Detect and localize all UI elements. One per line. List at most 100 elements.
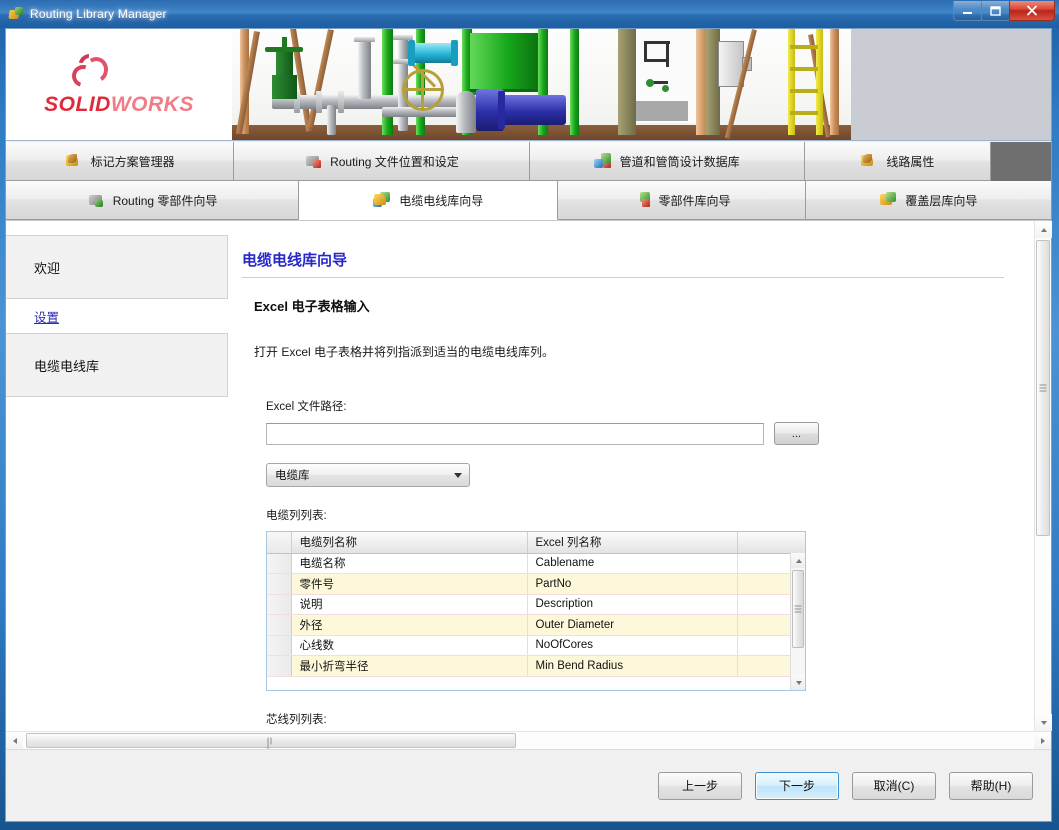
cell-excel-column-name[interactable]: Outer Diameter: [527, 614, 738, 636]
close-button[interactable]: [1009, 1, 1055, 21]
library-type-value: 电缆库: [275, 470, 310, 482]
cell-excel-column-name[interactable]: Description: [527, 594, 738, 615]
tab-label: Routing 零部件向导: [112, 193, 218, 208]
back-button[interactable]: 上一步: [658, 771, 742, 800]
cell-cable-column-name[interactable]: 心线数: [291, 635, 528, 656]
cable-columns-label: 电缆列列表:: [266, 510, 327, 522]
help-button[interactable]: 帮助(H): [949, 771, 1033, 800]
table-row[interactable]: 外径 Outer Diameter: [267, 614, 805, 636]
row-selector[interactable]: [267, 594, 292, 615]
cell-cable-column-name[interactable]: 外径: [291, 614, 528, 636]
scroll-up-button[interactable]: [1035, 221, 1052, 238]
browse-button[interactable]: ...: [774, 422, 819, 445]
tab-tag-scheme-manager[interactable]: 标记方案管理器: [6, 142, 235, 181]
table-row[interactable]: 零件号 PartNo: [267, 573, 805, 595]
table-header-row: 电缆列名称 Excel 列名称: [267, 532, 805, 554]
vertical-scroll-thumb[interactable]: [1036, 240, 1050, 536]
sidebar-item-label: 欢迎: [34, 260, 61, 276]
tab-row-2: Routing 零部件向导 电缆电线库向导 零部件库向导 覆盖层库向导: [6, 181, 1051, 220]
cable-columns-grid[interactable]: 电缆列名称 Excel 列名称 电缆名称 Cablename 零件号 PartN…: [266, 531, 806, 691]
cell-cable-column-name[interactable]: 说明: [291, 594, 528, 615]
cell-cable-column-name[interactable]: 电缆名称: [291, 553, 528, 574]
grid-vertical-scrollbar[interactable]: [790, 553, 805, 690]
section-title: Excel 电子表格输入: [254, 299, 370, 314]
table-row[interactable]: 最小折弯半径 Min Bend Radius: [267, 655, 805, 677]
cell-excel-column-name[interactable]: Cablename: [527, 553, 738, 574]
column-header-extra[interactable]: [737, 532, 805, 554]
grip-icon: [267, 737, 275, 751]
column-header-cable-name[interactable]: 电缆列名称: [291, 532, 528, 554]
grid-scroll-thumb[interactable]: [792, 570, 804, 648]
tab-row-1: 标记方案管理器 Routing 文件位置和设定 管道和管筒设计数据库 线路属性: [6, 142, 1051, 181]
tab-component-library-wizard[interactable]: 零部件库向导: [558, 181, 806, 220]
component-wizard-icon: [87, 192, 105, 208]
sidebar-item-cable-wire-library[interactable]: 电缆电线库: [6, 333, 228, 397]
sidebar-item-label: 电缆电线库: [34, 358, 100, 374]
tag-scheme-manager-icon: [65, 153, 83, 169]
grid-scroll-up-button[interactable]: [791, 553, 805, 568]
tab-cable-wire-library-wizard[interactable]: 电缆电线库向导: [299, 181, 559, 220]
next-button[interactable]: 下一步: [755, 771, 839, 800]
row-selector[interactable]: [267, 573, 292, 595]
tab-file-locations[interactable]: Routing 文件位置和设定: [234, 142, 530, 181]
component-library-wizard-icon: [633, 192, 651, 208]
table-row[interactable]: 说明 Description: [267, 594, 805, 615]
core-columns-label: 芯线列列表:: [266, 714, 327, 726]
triangle-left-icon: [12, 737, 17, 744]
row-selector[interactable]: [267, 635, 292, 656]
application-window: Routing Library Manager SOLIDWORKS 标记方案管…: [0, 0, 1059, 830]
section-description: 打开 Excel 电子表格并将列指派到适当的电缆电线库列。: [254, 345, 555, 359]
cell-excel-column-name[interactable]: PartNo: [527, 573, 738, 595]
covering-library-wizard-icon: [879, 192, 897, 208]
title-bar: Routing Library Manager: [0, 0, 1059, 28]
tab-component-wizard[interactable]: Routing 零部件向导: [6, 181, 300, 220]
logo-works-text: WORKS: [110, 93, 194, 116]
body-horizontal-scrollbar[interactable]: [6, 731, 1051, 751]
excel-path-input[interactable]: [266, 422, 764, 445]
body-vertical-scrollbar[interactable]: [1034, 221, 1052, 731]
wizard-steps-sidebar: 欢迎 设置 电缆电线库: [6, 221, 228, 731]
close-icon: [1027, 5, 1037, 16]
maximize-icon: [990, 5, 1001, 16]
scroll-down-button[interactable]: [1035, 714, 1052, 731]
tab-covering-library-wizard[interactable]: 覆盖层库向导: [805, 181, 1051, 220]
row-selector[interactable]: [267, 614, 292, 636]
cable-wire-library-wizard-icon: [373, 192, 391, 208]
tab-label: 线路属性: [886, 154, 935, 169]
scroll-right-button[interactable]: [1034, 732, 1051, 749]
cell-excel-column-name[interactable]: NoOfCores: [527, 635, 738, 656]
triangle-down-icon: [795, 680, 802, 685]
row-selector[interactable]: [267, 553, 292, 574]
tab-label: Routing 文件位置和设定: [330, 154, 459, 169]
wizard-body: 欢迎 设置 电缆电线库 电缆电线库向导 Excel 电子表格输入 打开 Exce…: [6, 220, 1052, 751]
horizontal-scroll-thumb[interactable]: [26, 733, 516, 751]
grid-scroll-down-button[interactable]: [791, 675, 805, 690]
dialog-footer: 上一步 下一步 取消(C) 帮助(H): [6, 749, 1051, 821]
tab-piping-tubing-database[interactable]: 管道和管筒设计数据库: [529, 142, 805, 181]
grid-viewport: 电缆列名称 Excel 列名称 电缆名称 Cablename 零件号 PartN…: [267, 532, 805, 690]
minimize-button[interactable]: [953, 1, 982, 21]
tab-label: 零部件库向导: [658, 193, 731, 208]
wizard-body-inner: 欢迎 设置 电缆电线库 电缆电线库向导 Excel 电子表格输入 打开 Exce…: [6, 221, 1034, 731]
tab-route-properties[interactable]: 线路属性: [804, 142, 992, 181]
row-selector[interactable]: [267, 655, 292, 677]
table-body: 电缆名称 Cablename 零件号 PartNo 说明 Description…: [267, 553, 805, 677]
scroll-left-button[interactable]: [6, 732, 23, 749]
sidebar-item-welcome[interactable]: 欢迎: [6, 235, 228, 299]
triangle-up-icon: [795, 558, 802, 563]
title-divider: [242, 277, 1004, 278]
tab-label: 覆盖层库向导: [905, 193, 978, 208]
table-row[interactable]: 心线数 NoOfCores: [267, 635, 805, 656]
library-type-select[interactable]: 电缆库: [266, 463, 470, 487]
maximize-button[interactable]: [981, 1, 1010, 21]
cell-cable-column-name[interactable]: 最小折弯半径: [291, 655, 528, 677]
table-row[interactable]: 电缆名称 Cablename: [267, 553, 805, 574]
cell-cable-column-name[interactable]: 零件号: [291, 573, 528, 595]
grip-icon: [794, 605, 802, 613]
cell-excel-column-name[interactable]: Min Bend Radius: [527, 655, 738, 677]
tab-row1-filler: [991, 142, 1051, 181]
piping-assembly-render: [232, 29, 851, 140]
column-header-excel-name[interactable]: Excel 列名称: [527, 532, 738, 554]
sidebar-item-settings[interactable]: 设置: [6, 301, 228, 331]
cancel-button[interactable]: 取消(C): [852, 771, 936, 800]
